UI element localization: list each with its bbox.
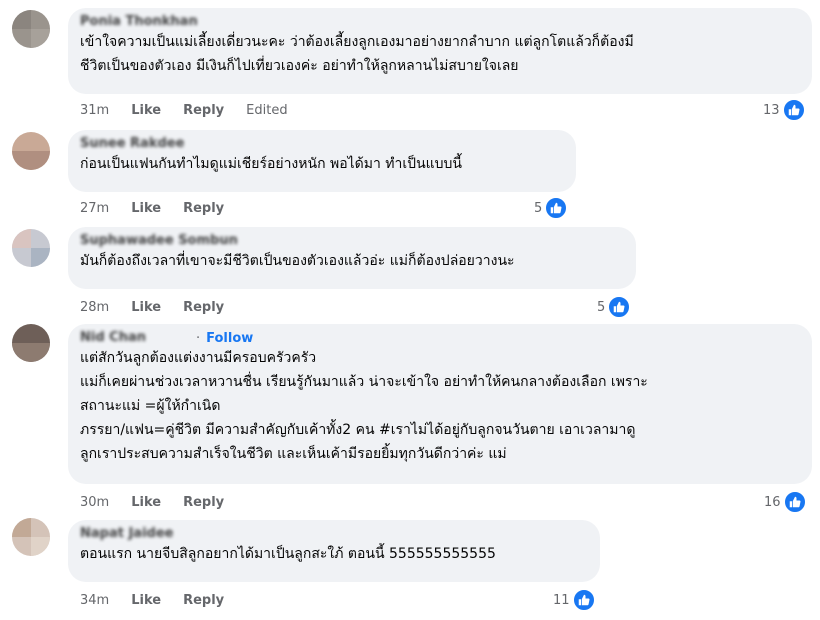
comment-bubble: Nid Chan · Follow แต่สักวันลูกต้องแต่งงา… [68,324,812,484]
comment-bubble: Sunee Rakdee ก่อนเป็นแฟนกันทำไมดูแม่เชีย… [68,130,576,192]
comment-timestamp[interactable]: 28m [80,300,109,315]
comment-text: มันก็ต้องถึงเวลาที่เขาจะมีชีวิตเป็นของตั… [80,253,515,269]
reaction-number: 11 [553,592,570,608]
avatar[interactable] [12,132,50,170]
thumbs-up-icon [571,588,596,612]
like-button[interactable]: Like [131,300,161,315]
like-button[interactable]: Like [131,201,161,216]
reply-button[interactable]: Reply [183,103,224,118]
thumbs-up-icon [781,98,806,122]
comment-author[interactable]: Suphawadee Sombun [80,233,624,249]
comment-meta: 27m Like Reply [80,199,224,217]
reaction-count[interactable]: 16 [764,490,807,514]
comment-text: ตอนแรก นายจีบสิลูกอยากได้มาเป็นลูกสะใภ้ … [80,546,496,562]
comment-timestamp[interactable]: 34m [80,593,109,608]
author-row: Nid Chan · Follow [80,330,800,346]
reaction-count[interactable]: 13 [763,98,806,122]
avatar[interactable] [12,229,50,267]
comment-timestamp[interactable]: 27m [80,201,109,216]
reply-button[interactable]: Reply [183,593,224,608]
reaction-number: 13 [763,102,780,118]
reaction-count[interactable]: 11 [553,588,596,612]
thumbs-up-icon [782,490,807,514]
thumbs-up-icon [544,196,569,220]
reaction-number: 5 [597,299,606,315]
comment-text: เข้าใจความเป็นแม่เลี้ยงเดี่ยวนะคะ ว่าต้อ… [80,34,634,74]
comment-meta: 31m Like Reply Edited [80,101,288,119]
comment-timestamp[interactable]: 30m [80,495,109,510]
reply-button[interactable]: Reply [183,495,224,510]
reaction-count[interactable]: 5 [534,196,569,220]
comment-meta: 34m Like Reply [80,591,224,609]
comment-author[interactable]: Sunee Rakdee [80,136,564,152]
reaction-number: 16 [764,494,781,510]
comment-text: แต่สักวันลูกต้องแต่งงานมีครอบครัวครัว แม… [80,350,648,462]
comment-bubble: Ponia Thonkhan เข้าใจความเป็นแม่เลี้ยงเด… [68,8,812,94]
reaction-number: 5 [534,200,543,216]
comment-author[interactable]: Nid Chan [80,330,190,346]
thumbs-up-icon [607,295,632,319]
comment-timestamp[interactable]: 31m [80,103,109,118]
edited-label[interactable]: Edited [246,103,287,118]
comment-bubble: Suphawadee Sombun มันก็ต้องถึงเวลาที่เขา… [68,227,636,289]
avatar[interactable] [12,324,50,362]
like-button[interactable]: Like [131,495,161,510]
like-button[interactable]: Like [131,103,161,118]
avatar[interactable] [12,518,50,556]
comment-meta: 28m Like Reply [80,298,224,316]
comment-meta: 30m Like Reply [80,493,224,511]
like-button[interactable]: Like [131,593,161,608]
comment-text: ก่อนเป็นแฟนกันทำไมดูแม่เชียร์อย่างหนัก พ… [80,156,463,172]
separator-dot: · [196,330,201,346]
avatar[interactable] [12,10,50,48]
comment-author[interactable]: Napat Jaidee [80,526,588,542]
comment-bubble: Napat Jaidee ตอนแรก นายจีบสิลูกอยากได้มา… [68,520,600,582]
follow-button[interactable]: Follow [206,331,253,346]
reply-button[interactable]: Reply [183,201,224,216]
comment-author[interactable]: Ponia Thonkhan [80,14,800,30]
reaction-count[interactable]: 5 [597,295,632,319]
reply-button[interactable]: Reply [183,300,224,315]
